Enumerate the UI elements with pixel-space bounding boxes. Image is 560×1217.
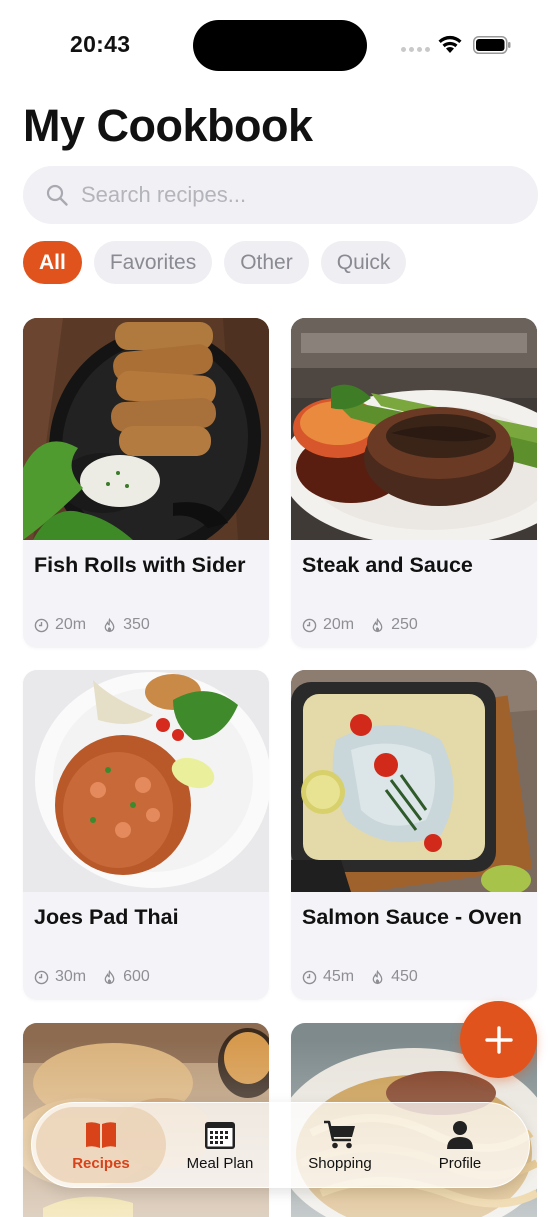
dynamic-island [193, 20, 367, 71]
tab-label: Meal Plan [186, 1154, 254, 1172]
flame-icon [372, 617, 383, 632]
flame-icon [372, 969, 383, 984]
search-bar[interactable] [23, 166, 538, 224]
filter-chips: All Favorites Other Quick [23, 241, 407, 284]
recipe-calories: 250 [391, 616, 418, 633]
status-time: 20:43 [70, 31, 131, 57]
recipe-card[interactable]: Steak and Sauce 20m 250 [291, 318, 537, 648]
recipe-image [23, 318, 269, 540]
recipe-time: 20m [55, 616, 87, 633]
recipe-title: Salmon Sauce - Oven [302, 905, 522, 929]
recipe-card[interactable]: Salmon Sauce - Oven 45m 450 [291, 670, 537, 1000]
recipe-calories: 450 [391, 968, 418, 985]
person-icon [447, 1120, 473, 1149]
tab-label: Recipes [72, 1154, 130, 1172]
signal-icon [401, 47, 430, 52]
tab-bar: Recipes Meal Plan Shopping Profile [31, 1102, 530, 1188]
recipe-calories: 600 [123, 968, 150, 985]
tab-label: Profile [438, 1154, 482, 1172]
book-icon [86, 1121, 116, 1148]
add-recipe-button[interactable] [460, 1001, 537, 1078]
recipe-card[interactable]: Joes Pad Thai 30m 600 [23, 670, 269, 1000]
search-input[interactable] [81, 166, 521, 224]
recipe-image [23, 670, 269, 892]
page-title: My Cookbook [23, 100, 313, 151]
recipe-meta: 30m 600 [34, 968, 150, 986]
recipe-time: 30m [55, 968, 87, 985]
tab-label: Shopping [308, 1154, 372, 1172]
tab-recipes[interactable]: Recipes [36, 1107, 166, 1183]
recipe-title: Fish Rolls with Sider [34, 553, 246, 577]
tab-meal-plan[interactable]: Meal Plan [160, 1107, 280, 1183]
search-icon [46, 184, 68, 206]
clock-icon [34, 618, 49, 632]
plus-icon [484, 1025, 513, 1054]
recipe-title: Steak and Sauce [302, 553, 473, 577]
calendar-icon [205, 1121, 235, 1149]
flame-icon [104, 617, 115, 632]
tab-shopping[interactable]: Shopping [280, 1107, 400, 1183]
recipe-image [291, 670, 537, 892]
recipe-meta: 45m 450 [302, 968, 418, 986]
filter-chip-quick[interactable]: Quick [320, 241, 407, 284]
recipe-title: Joes Pad Thai [34, 905, 179, 929]
status-bar: 20:43 [0, 0, 560, 90]
tab-profile[interactable]: Profile [400, 1107, 520, 1183]
battery-icon [473, 36, 511, 54]
clock-icon [34, 970, 49, 984]
clock-icon [302, 970, 317, 984]
recipe-time: 45m [323, 968, 355, 985]
flame-icon [104, 969, 115, 984]
recipe-calories: 350 [123, 616, 150, 633]
recipe-meta: 20m 350 [34, 616, 150, 634]
wifi-icon [438, 35, 462, 53]
recipe-card[interactable]: Fish Rolls with Sider 20m 350 [23, 318, 269, 648]
filter-chip-all[interactable]: All [23, 241, 82, 284]
filter-chip-favorites[interactable]: Favorites [93, 241, 213, 284]
clock-icon [302, 618, 317, 632]
recipe-image [291, 318, 537, 540]
recipe-time: 20m [323, 616, 355, 633]
recipe-meta: 20m 250 [302, 616, 418, 634]
cart-icon [324, 1120, 355, 1148]
filter-chip-other[interactable]: Other [224, 241, 309, 284]
